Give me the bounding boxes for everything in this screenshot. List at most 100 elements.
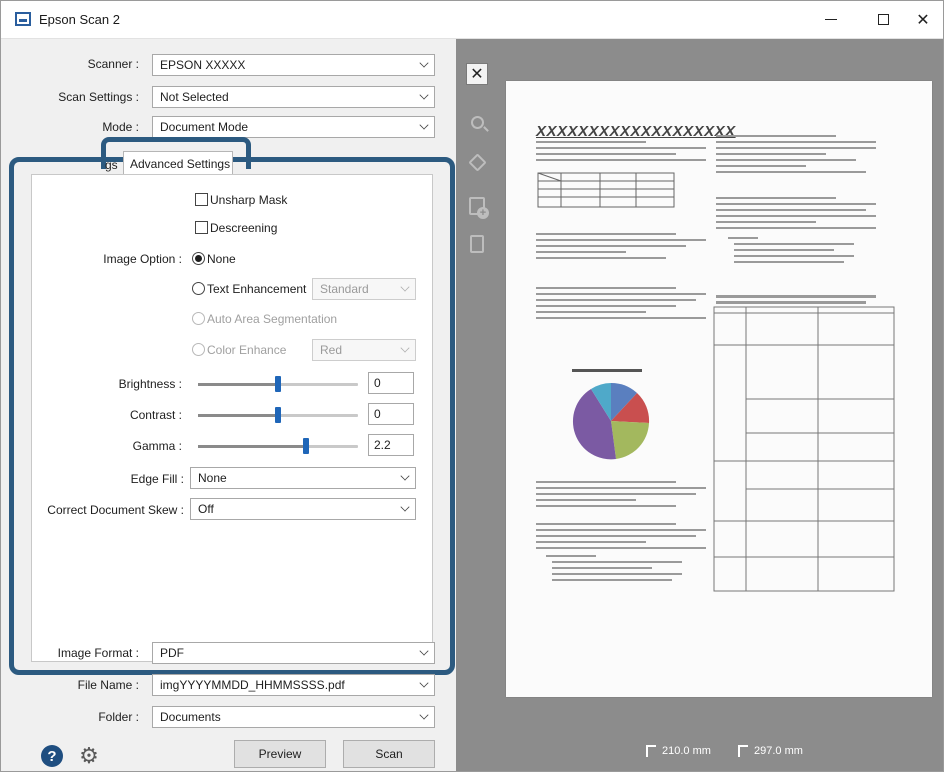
mode-label: Mode : bbox=[102, 120, 139, 134]
image-format-label: Image Format : bbox=[57, 646, 139, 660]
color-enhance-select[interactable]: Red bbox=[312, 339, 416, 361]
gamma-slider-fill bbox=[198, 445, 306, 448]
color-enhance-value: Red bbox=[320, 343, 343, 357]
folder-label: Folder : bbox=[98, 710, 139, 724]
advanced-settings-panel: Unsharp Mask Descreening Image Option : … bbox=[31, 174, 433, 662]
window-title: Epson Scan 2 bbox=[39, 12, 120, 27]
file-name-select[interactable]: imgYYYYMMDD_HHMMSSSS.pdf bbox=[152, 674, 435, 696]
mode-value: Document Mode bbox=[160, 120, 249, 134]
image-format-select[interactable]: PDF bbox=[152, 642, 435, 664]
width-value: 210.0 mm bbox=[662, 745, 711, 757]
option-auto-area-label: Auto Area Segmentation bbox=[207, 312, 338, 326]
chevron-down-icon bbox=[400, 471, 410, 481]
correct-skew-label: Correct Document Skew : bbox=[47, 503, 184, 517]
edge-fill-select[interactable]: None bbox=[190, 467, 416, 489]
unsharp-mask-label: Unsharp Mask bbox=[210, 193, 288, 207]
brightness-slider[interactable] bbox=[198, 376, 358, 392]
maximize-button[interactable] bbox=[861, 1, 905, 38]
chevron-down-icon bbox=[400, 282, 410, 292]
add-area-tool[interactable] bbox=[466, 195, 489, 219]
contrast-input[interactable]: 0 bbox=[368, 403, 414, 425]
close-preview-button[interactable]: ✕ bbox=[466, 63, 488, 85]
folder-select[interactable]: Documents bbox=[152, 706, 435, 728]
chevron-down-icon bbox=[400, 502, 410, 512]
page-tool[interactable] bbox=[466, 233, 488, 255]
minimize-button[interactable] bbox=[809, 1, 853, 38]
option-color-enhance-label: Color Enhance bbox=[207, 343, 287, 357]
chevron-down-icon bbox=[419, 710, 429, 720]
chevron-down-icon bbox=[419, 120, 429, 130]
gamma-label: Gamma : bbox=[132, 439, 182, 453]
title-bar: Epson Scan 2 ✕ bbox=[1, 1, 943, 39]
edge-fill-value: None bbox=[198, 471, 227, 485]
settings-panel: Scanner : EPSON XXXXX Scan Settings : No… bbox=[1, 39, 456, 771]
text-enhancement-value: Standard bbox=[320, 282, 369, 296]
option-auto-area-radio[interactable] bbox=[192, 312, 205, 325]
preview-area: ✕ XXXXXXXXXXXXXXXXXXX bbox=[456, 39, 943, 771]
option-text-enhancement-radio[interactable] bbox=[192, 282, 205, 295]
eraser-icon bbox=[467, 152, 487, 172]
scanner-app-icon bbox=[15, 12, 31, 26]
chevron-down-icon bbox=[400, 343, 410, 353]
gear-icon[interactable]: ⚙ bbox=[77, 744, 101, 768]
option-text-enhancement-label: Text Enhancement bbox=[207, 282, 307, 296]
contrast-slider-thumb[interactable] bbox=[275, 407, 281, 423]
page-icon bbox=[470, 235, 484, 253]
file-name-value: imgYYYYMMDD_HHMMSSSS.pdf bbox=[160, 678, 345, 692]
mode-select[interactable]: Document Mode bbox=[152, 116, 435, 138]
option-none-radio[interactable] bbox=[192, 252, 205, 265]
contrast-label: Contrast : bbox=[129, 408, 182, 422]
folder-value: Documents bbox=[160, 710, 221, 724]
scanner-select[interactable]: EPSON XXXXX bbox=[152, 54, 435, 76]
tab-advanced-settings[interactable]: Advanced Settings bbox=[123, 151, 233, 175]
scan-settings-value: Not Selected bbox=[160, 90, 229, 104]
preview-button[interactable]: Preview bbox=[234, 740, 326, 768]
chevron-down-icon bbox=[419, 58, 429, 68]
close-icon: ✕ bbox=[470, 66, 484, 83]
chevron-down-icon bbox=[419, 646, 429, 656]
maximize-icon bbox=[877, 14, 889, 25]
chevron-down-icon bbox=[419, 678, 429, 688]
scanned-document-preview: XXXXXXXXXXXXXXXXXXX bbox=[506, 81, 932, 697]
epson-scan-window: Epson Scan 2 ✕ Scanner : EPSON XXXXX Sca… bbox=[0, 0, 944, 772]
minimize-icon bbox=[825, 19, 837, 20]
option-color-enhance-radio[interactable] bbox=[192, 343, 205, 356]
text-enhancement-select[interactable]: Standard bbox=[312, 278, 416, 300]
descreening-checkbox[interactable] bbox=[195, 221, 208, 234]
descreening-label: Descreening bbox=[210, 221, 278, 235]
file-name-label: File Name : bbox=[77, 678, 139, 692]
height-readout: 297.0 mm bbox=[738, 745, 803, 757]
contrast-slider-fill bbox=[198, 414, 278, 417]
scan-settings-label: Scan Settings : bbox=[58, 90, 139, 104]
unsharp-mask-checkbox[interactable] bbox=[195, 193, 208, 206]
scan-settings-select[interactable]: Not Selected bbox=[152, 86, 435, 108]
width-readout: 210.0 mm bbox=[646, 745, 711, 757]
contrast-slider[interactable] bbox=[198, 407, 358, 423]
correct-skew-select[interactable]: Off bbox=[190, 498, 416, 520]
add-area-icon bbox=[469, 197, 489, 219]
zoom-icon bbox=[470, 115, 484, 129]
scan-button[interactable]: Scan bbox=[343, 740, 435, 768]
brightness-slider-fill bbox=[198, 383, 278, 386]
correct-skew-value: Off bbox=[198, 502, 214, 516]
scanner-label: Scanner : bbox=[87, 57, 139, 71]
width-icon bbox=[646, 745, 656, 757]
scanner-value: EPSON XXXXX bbox=[160, 58, 246, 72]
zoom-tool[interactable] bbox=[466, 111, 488, 133]
height-icon bbox=[738, 745, 748, 757]
image-format-value: PDF bbox=[160, 646, 184, 660]
brightness-slider-thumb[interactable] bbox=[275, 376, 281, 392]
height-value: 297.0 mm bbox=[754, 745, 803, 757]
brightness-label: Brightness : bbox=[118, 377, 182, 391]
gamma-slider-thumb[interactable] bbox=[303, 438, 309, 454]
close-icon: ✕ bbox=[916, 11, 930, 29]
tab-main-settings[interactable]: gs bbox=[105, 158, 123, 172]
gamma-input[interactable]: 2.2 bbox=[368, 434, 414, 456]
brightness-input[interactable]: 0 bbox=[368, 372, 414, 394]
help-icon[interactable]: ? bbox=[41, 745, 63, 767]
gamma-slider[interactable] bbox=[198, 438, 358, 454]
image-option-label: Image Option : bbox=[103, 252, 182, 266]
close-window-button[interactable]: ✕ bbox=[901, 1, 944, 38]
chevron-down-icon bbox=[419, 90, 429, 100]
eraser-tool[interactable] bbox=[466, 151, 488, 173]
